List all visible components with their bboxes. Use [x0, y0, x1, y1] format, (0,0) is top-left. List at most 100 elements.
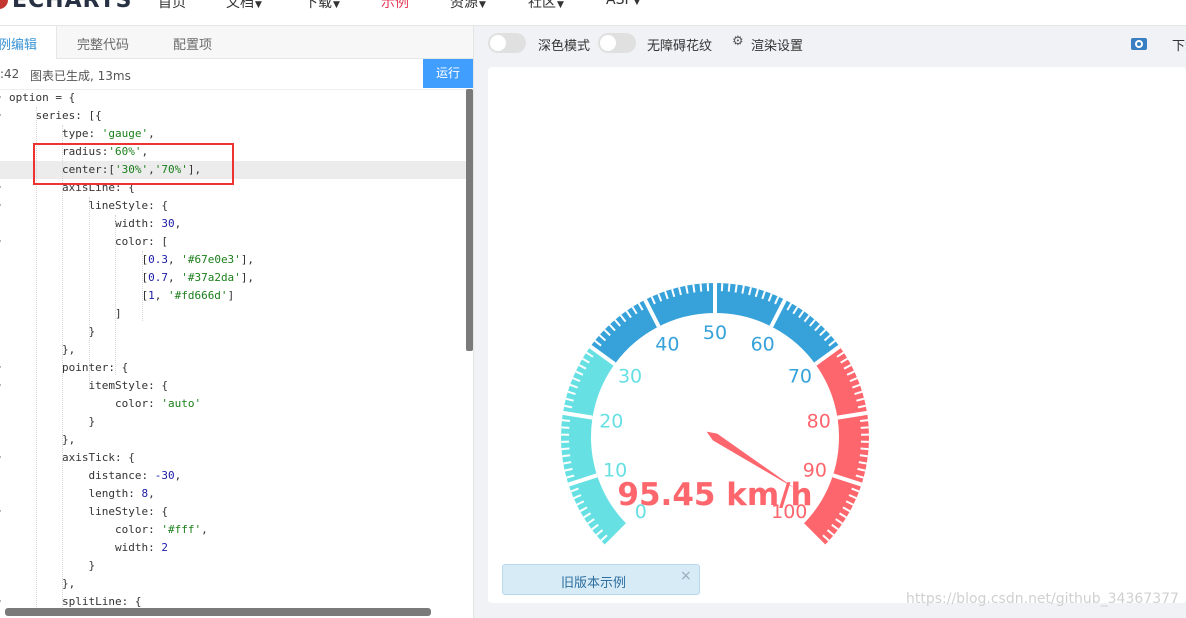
gauge-tick-label: 80: [807, 411, 831, 433]
logo-mark-icon: [0, 0, 8, 9]
gauge-minor-tick: [561, 426, 570, 429]
code-line: },: [9, 433, 76, 446]
chart-toolbar: 深色模式 无障碍花纹 ⚙ 渲染设置 下载: [474, 26, 1186, 62]
gauge-tick-label: 40: [655, 333, 679, 355]
gauge-minor-tick: [860, 426, 869, 429]
echarts-logo[interactable]: ECHARTS: [0, 0, 133, 13]
code-line: length: 8,: [9, 487, 155, 500]
caret-down-icon: ▼: [333, 0, 340, 10]
gear-icon[interactable]: ⚙: [732, 34, 744, 49]
code-line: ▾ axisLine: {: [0, 179, 466, 197]
chart-canvas: 0 10 20 30 40 50 60 70 80 90 100 95.45 km/h 旧版本示例 ×: [488, 67, 1186, 603]
aria-pattern-toggle[interactable]: [598, 33, 636, 53]
code-line: ]: [9, 307, 122, 320]
aria-pattern-label: 无障碍花纹: [647, 39, 713, 54]
code-line: radius:'60%',: [9, 145, 149, 158]
code-editor[interactable]: ▾option = {▾ series: [{ type: 'gauge', r…: [0, 89, 466, 609]
fold-arrow-icon[interactable]: ▾: [0, 503, 2, 521]
nav-item-docs[interactable]: 文档▼: [226, 0, 262, 12]
code-line: [0.7, '#37a2da'],: [9, 271, 255, 284]
code-line: type: 'gauge',: [9, 127, 155, 140]
code-line: }: [9, 415, 96, 428]
gauge-tick-label: 60: [751, 333, 775, 355]
logo-text: ECHARTS: [12, 0, 133, 13]
tab-edit-example[interactable]: 例编辑: [0, 34, 37, 53]
close-icon[interactable]: ×: [680, 568, 692, 584]
tab-options[interactable]: 配置项: [173, 34, 212, 53]
code-line: ▾ pointer: {: [0, 359, 466, 377]
code-line: ▾ color: [: [0, 233, 466, 251]
caret-down-icon: ▼: [479, 0, 486, 10]
gauge-minor-tick: [860, 419, 869, 422]
dark-mode-label: 深色模式: [538, 39, 591, 54]
code-line: }: [9, 559, 96, 572]
fold-arrow-icon[interactable]: ▾: [0, 377, 2, 395]
code-line: center:['30%','70%'],: [0, 161, 466, 179]
gauge-chart: 010203040506070809010095.45 km/h: [561, 283, 869, 548]
nav-item-examples[interactable]: 示例: [381, 0, 409, 12]
nav-item-community[interactable]: 社区▼: [528, 0, 564, 12]
gauge-minor-tick: [562, 454, 571, 458]
dark-mode-toggle[interactable]: [488, 33, 526, 53]
code-line: ▾ lineStyle: {: [0, 503, 466, 521]
code-line: [0.3, '#67e0e3'],: [9, 253, 255, 266]
code-line: distance: -30,: [9, 469, 182, 482]
gauge-tick-label: 50: [703, 322, 727, 344]
watermark: https://blog.csdn.net/github_34367377: [906, 591, 1179, 607]
code-line: },: [9, 343, 76, 356]
old-version-banner[interactable]: 旧版本示例 ×: [502, 564, 700, 595]
gauge-minor-tick: [561, 447, 570, 451]
code-line: },: [9, 577, 76, 590]
gauge-minor-tick: [858, 461, 867, 465]
gauge-minor-tick: [859, 454, 868, 458]
nav-item-asf[interactable]: ASF▼: [606, 0, 640, 8]
download-button[interactable]: 下载: [1172, 35, 1186, 54]
gauge-tick-label: 30: [618, 365, 642, 387]
fold-arrow-icon[interactable]: ▾: [0, 89, 2, 107]
gauge-minor-tick: [561, 419, 570, 422]
gauge-tick-label: 20: [599, 411, 623, 433]
fold-arrow-icon[interactable]: ▾: [0, 197, 2, 215]
status-bar: :42 图表已生成, 13ms 运行: [0, 59, 473, 90]
status-time: :42: [0, 67, 20, 81]
code-line: ▾ axisTick: {: [0, 449, 466, 467]
fold-arrow-icon[interactable]: ▾: [0, 449, 2, 467]
gauge-tick-label: 70: [788, 365, 812, 387]
camera-icon[interactable]: [1131, 38, 1147, 50]
code-line: ▾option = {: [0, 89, 466, 107]
code-line: width: 2: [9, 541, 168, 554]
code-line: width: 30,: [9, 217, 182, 230]
gauge-minor-tick: [734, 284, 738, 293]
caret-down-icon: ▼: [557, 0, 564, 10]
fold-arrow-icon[interactable]: ▾: [0, 359, 2, 377]
gauge-band-high: [802, 346, 869, 546]
nav-item-resources[interactable]: 资源▼: [450, 0, 486, 12]
old-version-label: 旧版本示例: [561, 576, 627, 591]
code-line: color: '#fff',: [9, 523, 208, 536]
gauge-detail-value: 95.45 km/h: [617, 477, 812, 513]
run-button[interactable]: 运行: [423, 59, 473, 88]
code-line: ▾ splitLine: {: [0, 593, 466, 609]
code-line: [1, '#fd666d']: [9, 289, 235, 302]
code-line: ▾ itemStyle: {: [0, 377, 466, 395]
code-line: ▾ series: [{: [0, 107, 466, 125]
render-settings-button[interactable]: 渲染设置: [751, 35, 803, 54]
editor-panel: 例编辑 完整代码 配置项 :42 图表已生成, 13ms 运行 ▾option …: [0, 26, 474, 618]
editor-tabs: 例编辑 完整代码 配置项: [0, 26, 473, 59]
code-line: ▾ lineStyle: {: [0, 197, 466, 215]
fold-arrow-icon[interactable]: ▾: [0, 179, 2, 197]
horizontal-scrollbar[interactable]: [5, 608, 431, 616]
tab-full-code[interactable]: 完整代码: [77, 34, 129, 53]
top-nav: ECHARTS 首页 文档▼ 下载▼ 示例 资源▼ 社区▼ ASF▼: [0, 0, 1186, 26]
fold-arrow-icon[interactable]: ▾: [0, 593, 2, 609]
gauge-minor-tick: [727, 283, 731, 292]
fold-arrow-icon[interactable]: ▾: [0, 233, 2, 251]
caret-down-icon: ▼: [633, 0, 641, 7]
caret-down-icon: ▼: [255, 0, 262, 10]
status-message: 图表已生成, 13ms: [30, 69, 131, 83]
gauge-minor-tick: [692, 284, 696, 293]
nav-item-home[interactable]: 首页: [158, 0, 186, 12]
nav-item-download[interactable]: 下载▼: [304, 0, 340, 12]
vertical-scrollbar[interactable]: [466, 89, 473, 351]
fold-arrow-icon[interactable]: ▾: [0, 107, 2, 125]
